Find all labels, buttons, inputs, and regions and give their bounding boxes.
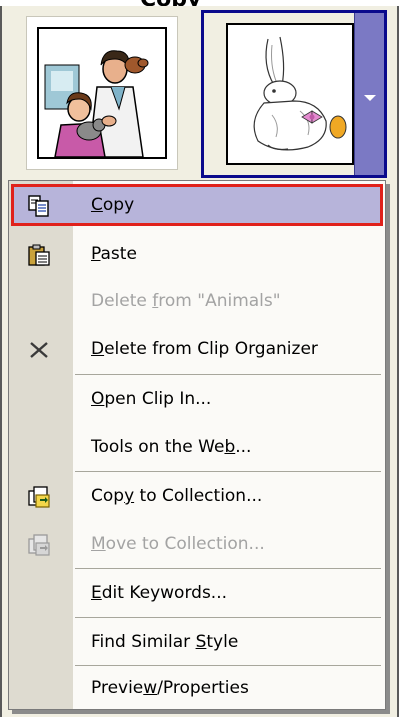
clip-dropdown-button[interactable] <box>354 13 384 175</box>
menu-item-find-similar-style[interactable]: Find Similar Style <box>11 621 383 663</box>
pane-border-left <box>0 6 2 717</box>
menu-item-move-to-collection[interactable]: Move to Collection... <box>11 523 383 565</box>
rabbit-clipart-image <box>226 23 354 165</box>
menu-separator <box>75 374 381 375</box>
menu-item-preview-properties[interactable]: Preview/Properties <box>11 667 383 709</box>
menu-item-paste[interactable]: Paste <box>11 233 383 275</box>
menu-item-delete-from-animals[interactable]: Delete from "Animals" <box>11 280 383 322</box>
delete-x-icon <box>27 338 51 362</box>
copy-icon <box>27 194 51 218</box>
menu-item-label: Tools on the Web... <box>91 437 252 457</box>
clip-thumbnail-rabbit-selected[interactable] <box>201 10 387 178</box>
veterinarian-clipart-image <box>37 27 167 159</box>
menu-item-label: Delete from Clip Organizer <box>91 339 318 359</box>
menu-item-open-clip-in[interactable]: Open Clip In... <box>11 378 383 420</box>
menu-separator <box>75 665 381 666</box>
menu-item-label: Preview/Properties <box>91 678 249 698</box>
move-to-collection-icon <box>27 533 51 557</box>
menu-item-label: Copy to Collection... <box>91 486 263 506</box>
menu-item-label: Edit Keywords... <box>91 583 228 603</box>
menu-separator <box>75 471 381 472</box>
menu-item-label: Open Clip In... <box>91 389 212 409</box>
menu-item-copy-to-collection[interactable]: Copy to Collection... <box>11 475 383 517</box>
menu-item-label: Copy <box>91 195 135 215</box>
chevron-down-icon <box>364 95 376 101</box>
paste-icon <box>27 243 51 267</box>
clip-context-menu: Copy Paste Delete from "Animals" Delete … <box>8 180 386 710</box>
menu-item-tools-on-the-web[interactable]: Tools on the Web... <box>11 426 383 468</box>
menu-separator <box>75 617 381 618</box>
menu-item-label: Delete from "Animals" <box>91 291 281 311</box>
menu-item-label: Find Similar Style <box>91 632 239 652</box>
copy-to-collection-icon <box>27 485 51 509</box>
menu-item-edit-keywords[interactable]: Edit Keywords... <box>11 572 383 614</box>
menu-item-label: Paste <box>91 244 137 264</box>
menu-item-copy[interactable]: Copy <box>11 184 383 226</box>
menu-item-delete-from-clip-organizer[interactable]: Delete from Clip Organizer <box>11 328 383 370</box>
clip-thumbnail-veterinarian[interactable] <box>26 16 178 170</box>
menu-separator <box>75 568 381 569</box>
menu-item-label: Move to Collection... <box>91 534 265 554</box>
